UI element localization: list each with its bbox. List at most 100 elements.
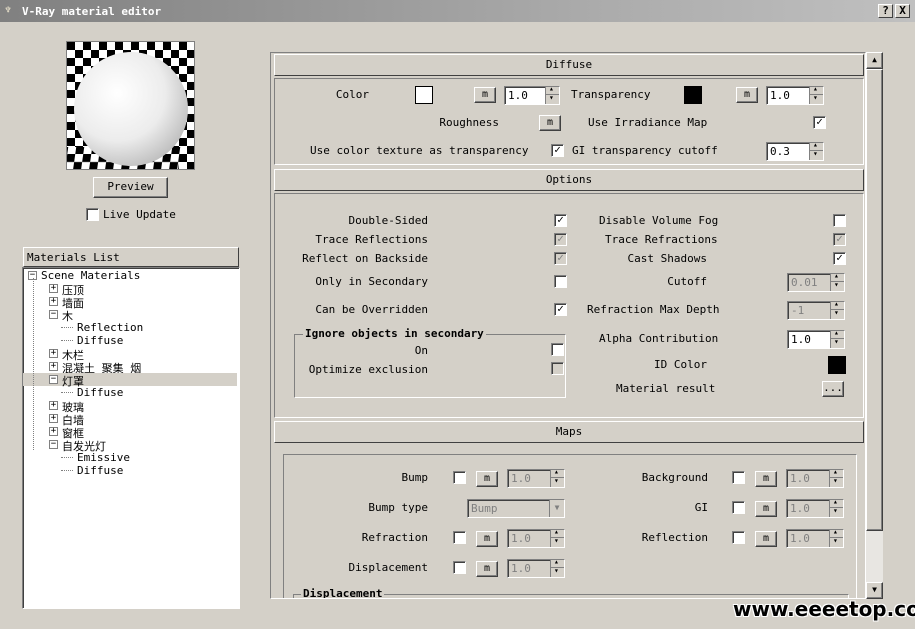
- diffuse-multiplier-spinner[interactable]: 1.0: [504, 84, 560, 105]
- bump-checkbox[interactable]: [453, 471, 466, 484]
- tree-item-label: Scene Materials: [41, 269, 141, 282]
- scroll-up-button[interactable]: ▲: [866, 52, 883, 69]
- irradiance-map-checkbox[interactable]: ✓: [813, 116, 826, 129]
- collapse-icon[interactable]: −: [49, 310, 58, 319]
- help-button[interactable]: ?: [878, 4, 893, 18]
- diffuse-map-button[interactable]: m: [474, 87, 496, 103]
- expand-icon[interactable]: +: [49, 362, 58, 371]
- only-secondary-label: Only in Secondary: [315, 275, 428, 288]
- id-color-swatch[interactable]: [828, 356, 846, 374]
- cast-shadows-checkbox[interactable]: ✓: [833, 252, 846, 265]
- tree-material-item[interactable]: + 玻璃: [23, 399, 237, 414]
- reflection-map-button[interactable]: m: [755, 531, 777, 547]
- tree-item-label: Reflection: [77, 321, 144, 334]
- tree-material-item[interactable]: − 灯罩: [23, 373, 237, 388]
- spinner-arrows[interactable]: [545, 84, 559, 104]
- spinner-arrows[interactable]: [809, 140, 823, 160]
- live-update-checkbox[interactable]: [86, 208, 99, 221]
- material-result-button[interactable]: ...: [822, 381, 844, 397]
- spinner-arrows[interactable]: [829, 467, 843, 487]
- displacement-amount-spinner[interactable]: 1.0: [507, 557, 565, 578]
- alpha-contribution-spinner[interactable]: 1.0: [787, 328, 845, 349]
- background-amount-spinner[interactable]: 1.0: [786, 467, 844, 488]
- scrollbar-thumb[interactable]: [866, 69, 883, 531]
- preview-button[interactable]: Preview: [93, 177, 168, 198]
- materials-tree[interactable]: − Scene Materials + 压顶 + 墙面 − 木 Reflection Diffus…: [22, 267, 240, 609]
- texture-transparency-checkbox[interactable]: ✓: [551, 144, 564, 157]
- refraction-amount-spinner[interactable]: 1.0: [507, 527, 565, 548]
- rollout-panel: Diffuse Color m 1.0 Transparency m 1.0 R…: [270, 52, 866, 599]
- double-sided-checkbox[interactable]: ✓: [554, 214, 567, 227]
- tree-map-item[interactable]: Diffuse: [23, 386, 237, 399]
- tree-map-item[interactable]: Diffuse: [23, 464, 237, 477]
- optimize-exclusion-checkbox[interactable]: [551, 362, 564, 375]
- trace-refractions-checkbox[interactable]: ✓: [833, 233, 846, 246]
- tree-material-item[interactable]: − 自发光灯: [23, 438, 237, 453]
- bump-map-button[interactable]: m: [476, 471, 498, 487]
- displacement-map-button[interactable]: m: [476, 561, 498, 577]
- tree-material-item[interactable]: + 墙面: [23, 295, 237, 310]
- background-label: Background: [641, 471, 708, 484]
- gi-checkbox[interactable]: [732, 501, 745, 514]
- background-checkbox[interactable]: [732, 471, 745, 484]
- tree-material-item[interactable]: + 混凝土_聚集_烟: [23, 360, 237, 375]
- maps-rollout-header[interactable]: Maps: [274, 421, 864, 443]
- tree-material-item[interactable]: + 窗框: [23, 425, 237, 440]
- cutoff-spinner[interactable]: 0.01: [787, 271, 845, 292]
- reflection-amount-spinner[interactable]: 1.0: [786, 527, 844, 548]
- reflect-backside-checkbox[interactable]: ✓: [554, 252, 567, 265]
- transparency-multiplier-spinner[interactable]: 1.0: [766, 84, 824, 105]
- spinner-arrows[interactable]: [830, 271, 844, 291]
- spinner-arrows[interactable]: [830, 328, 844, 348]
- spinner-arrows[interactable]: [550, 527, 564, 547]
- collapse-icon[interactable]: −: [49, 375, 58, 384]
- expand-icon[interactable]: +: [49, 284, 58, 293]
- vertical-scrollbar[interactable]: ▲ ▼: [866, 52, 883, 599]
- tree-material-item[interactable]: + 压顶: [23, 282, 237, 297]
- transparency-map-button[interactable]: m: [736, 87, 758, 103]
- tree-map-item[interactable]: Emissive: [23, 451, 237, 464]
- spinner-arrows[interactable]: [550, 557, 564, 577]
- roughness-map-button[interactable]: m: [539, 115, 561, 131]
- close-button[interactable]: X: [895, 4, 910, 18]
- tree-connector: [33, 278, 34, 450]
- gi-map-button[interactable]: m: [755, 501, 777, 517]
- trace-reflections-checkbox[interactable]: ✓: [554, 233, 567, 246]
- can-override-checkbox[interactable]: ✓: [554, 303, 567, 316]
- diffuse-rollout-header[interactable]: Diffuse: [274, 54, 864, 76]
- spinner-arrows[interactable]: [829, 527, 843, 547]
- tree-map-item[interactable]: Reflection: [23, 321, 237, 334]
- refraction-depth-spinner[interactable]: -1: [787, 299, 845, 320]
- expand-icon[interactable]: +: [49, 401, 58, 410]
- reflection-checkbox[interactable]: [732, 531, 745, 544]
- refraction-map-button[interactable]: m: [476, 531, 498, 547]
- diffuse-color-swatch[interactable]: [415, 86, 433, 104]
- trace-refractions-label: Trace Refractions: [605, 233, 718, 246]
- gi-amount-spinner[interactable]: 1.0: [786, 497, 844, 518]
- tree-material-item[interactable]: + 木栏: [23, 347, 237, 362]
- spinner-arrows[interactable]: [829, 497, 843, 517]
- tree-material-item[interactable]: − 木: [23, 308, 237, 323]
- transparency-color-swatch[interactable]: [684, 86, 702, 104]
- expand-icon[interactable]: +: [49, 349, 58, 358]
- expand-icon[interactable]: +: [49, 414, 58, 423]
- refraction-checkbox[interactable]: [453, 531, 466, 544]
- collapse-icon[interactable]: −: [49, 440, 58, 449]
- tree-material-item[interactable]: + 白墙: [23, 412, 237, 427]
- background-map-button[interactable]: m: [755, 471, 777, 487]
- spinner-arrows[interactable]: [809, 84, 823, 104]
- tree-map-item[interactable]: Diffuse: [23, 334, 237, 347]
- options-rollout-header[interactable]: Options: [274, 169, 864, 191]
- gi-cutoff-spinner[interactable]: 0.3: [766, 140, 824, 161]
- displacement-checkbox[interactable]: [453, 561, 466, 574]
- bump-type-dropdown[interactable]: Bump ▼: [467, 499, 565, 518]
- spinner-arrows[interactable]: [550, 467, 564, 487]
- tree-root-item[interactable]: − Scene Materials: [23, 269, 237, 282]
- expand-icon[interactable]: +: [49, 297, 58, 306]
- disable-fog-checkbox[interactable]: [833, 214, 846, 227]
- spinner-arrows[interactable]: [830, 299, 844, 319]
- ignore-on-checkbox[interactable]: [551, 343, 564, 356]
- only-secondary-checkbox[interactable]: [554, 275, 567, 288]
- expand-icon[interactable]: +: [49, 427, 58, 436]
- bump-amount-spinner[interactable]: 1.0: [507, 467, 565, 488]
